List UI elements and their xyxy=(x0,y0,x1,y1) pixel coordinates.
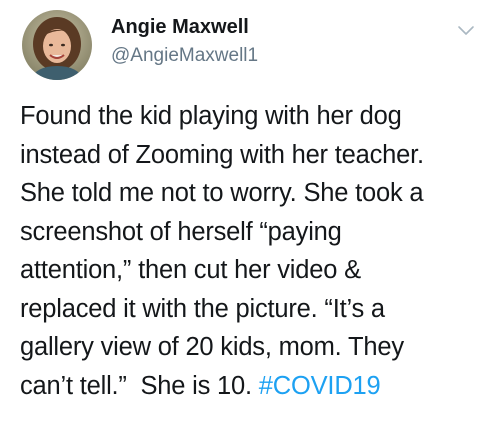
tweet-text-line: Found the kid playing with her dog xyxy=(20,102,402,130)
tweet-text-line: instead of Zooming with her teacher. xyxy=(20,140,424,169)
tweet-text-line: replaced it with the picture. “It’s a xyxy=(20,294,385,323)
tweet-text-line: She told me not to worry. She took a xyxy=(20,179,424,207)
tweet-text: Found the kid playing with her dog inste… xyxy=(20,97,490,405)
tweet-text-line: can’t tell.” She is 10. xyxy=(20,371,259,400)
tweet-text-line: screenshot of herself “paying xyxy=(20,217,342,246)
avatar-image xyxy=(22,10,92,80)
author-handle[interactable]: @AngieMaxwell1 xyxy=(111,45,258,67)
tweet-text-line: attention,” then cut her video & xyxy=(20,256,361,284)
author-name[interactable]: Angie Maxwell xyxy=(111,16,249,39)
tweet-card: Angie Maxwell @AngieMaxwell1 Found the k… xyxy=(0,0,500,438)
tweet-text-line: gallery view of 20 kids, mom. They xyxy=(20,333,404,361)
chevron-down-icon[interactable] xyxy=(456,24,476,38)
tweet-text-last-line: can’t tell.” She is 10. #COVID19 xyxy=(20,367,490,406)
hashtag-link[interactable]: #COVID19 xyxy=(259,372,381,400)
avatar[interactable] xyxy=(22,10,92,80)
